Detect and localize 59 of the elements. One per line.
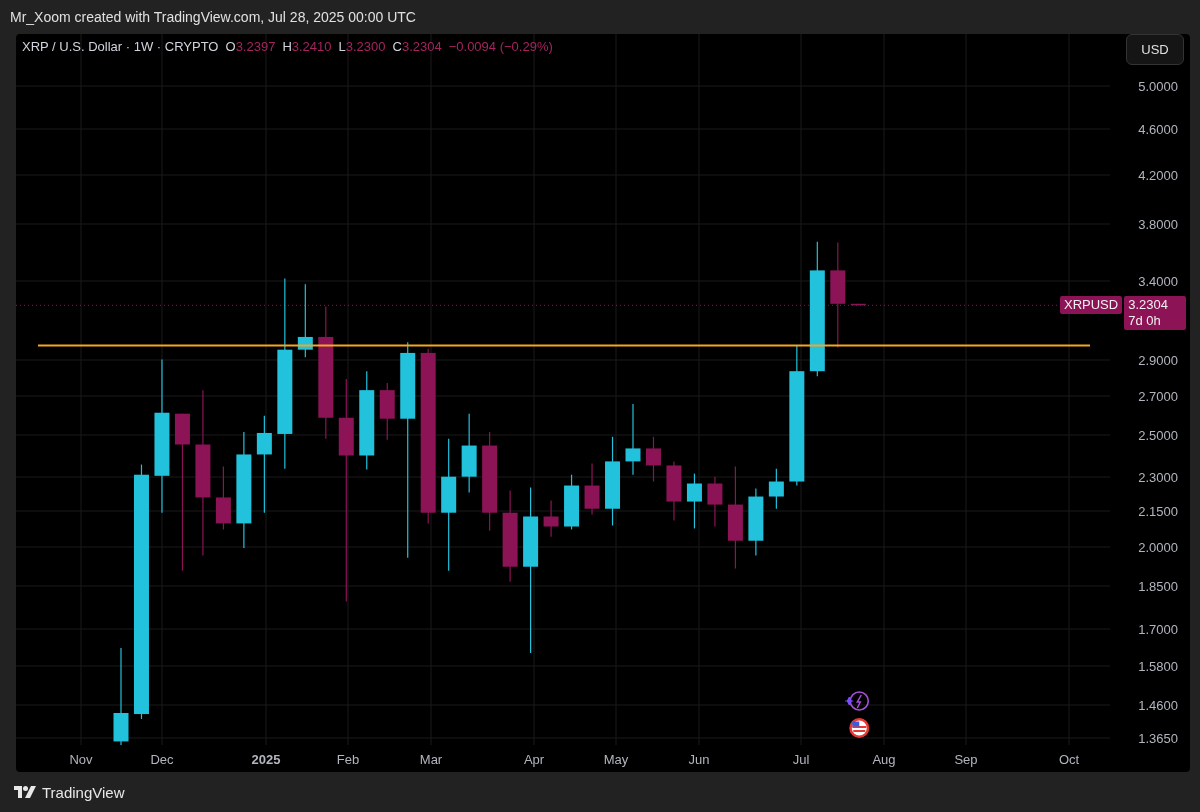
ohlc-value: 3.2300	[345, 39, 386, 54]
ohlc-label: O	[225, 39, 236, 54]
price-axis-label: 1.7000	[1138, 621, 1178, 637]
lightning-icon	[844, 691, 870, 711]
time-axis-label: Apr	[523, 752, 545, 767]
time-axis-label: Aug	[872, 752, 896, 767]
price-axis-label: 4.6000	[1138, 121, 1178, 137]
ohlc-value: 3.2397	[235, 39, 276, 54]
symbol-tag: XRPUSD	[1060, 296, 1123, 315]
price-axis-label: 2.5000	[1138, 427, 1178, 443]
time-axis-label: 2025	[251, 752, 281, 767]
price-axis-label: 5.0000	[1138, 78, 1178, 94]
price-axis-label: 1.4600	[1138, 697, 1178, 713]
price-axis-label: 2.7000	[1138, 388, 1178, 404]
candle	[850, 303, 866, 306]
logo-icon	[14, 786, 36, 798]
time-axis-label: Sep	[954, 752, 978, 767]
flag-icon	[849, 718, 870, 738]
price-change: −0.0094 (−0.29%)	[448, 39, 553, 54]
candle	[379, 382, 395, 441]
price-axis-label: 2.9000	[1138, 352, 1178, 368]
attribution-text: Mr_Xoom created with TradingView.com, Jul 28, 2025 00:00 UTC	[9, 8, 417, 27]
currency-button[interactable]: USD	[1126, 34, 1184, 65]
price-axis-label: 1.3650	[1138, 730, 1178, 746]
candle	[543, 499, 559, 538]
time-axis-label: Oct	[1058, 752, 1080, 767]
candle	[707, 476, 723, 528]
countdown-text: 7d 0h	[1128, 313, 1162, 330]
ohlc-value: 3.2410	[291, 39, 332, 54]
candle	[666, 460, 682, 522]
ohlc-label: H	[282, 39, 292, 54]
last-price: 3.2304	[1128, 297, 1169, 314]
time-axis-label: Nov	[69, 752, 93, 767]
price-axis-label: 2.0000	[1138, 539, 1178, 555]
ohlc-label: C	[392, 39, 402, 54]
candle	[646, 436, 661, 483]
candle	[686, 473, 702, 530]
candle	[768, 468, 784, 510]
time-axis-label: Jun	[688, 752, 710, 767]
ohlc-value: 3.2304	[401, 39, 442, 54]
time-axis-label: May	[603, 752, 629, 767]
price-axis-label: 4.2000	[1138, 167, 1178, 183]
price-axis-label: 3.8000	[1138, 216, 1178, 232]
price-axis-label: 2.1500	[1138, 503, 1178, 519]
time-axis-label: Mar	[419, 752, 443, 767]
price-axis-label: 2.3000	[1138, 469, 1178, 485]
symbol-title: XRP / U.S. Dollar · 1W · CRYPTO	[22, 39, 219, 54]
time-axis-label: Dec	[150, 752, 174, 767]
price-axis-label: 1.5800	[1138, 658, 1178, 674]
candle	[584, 462, 600, 516]
candle	[748, 487, 764, 557]
price-axis-label: 1.8500	[1138, 578, 1178, 594]
time-axis-label: Jul	[792, 752, 810, 767]
price-axis-label: 3.4000	[1138, 273, 1178, 289]
ohlc-label: L	[338, 39, 346, 54]
time-axis-label: Feb	[336, 752, 360, 767]
candle	[215, 465, 231, 531]
brand-name: TradingView	[42, 783, 125, 801]
candle	[564, 474, 580, 531]
